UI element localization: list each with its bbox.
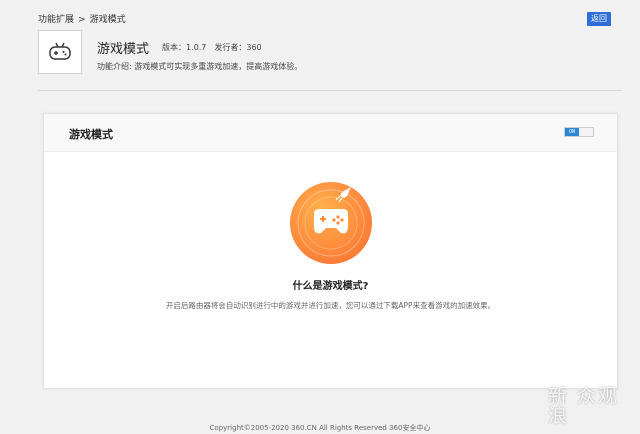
- breadcrumb-separator: >: [78, 15, 86, 25]
- app-description: 功能介绍: 游戏模式可实现多重游戏加速，提高游戏体验。: [97, 62, 303, 71]
- app-publisher: 发行者：360: [214, 43, 262, 52]
- gamepad-rocket-icon: [297, 187, 365, 257]
- app-icon: [38, 30, 82, 74]
- breadcrumb-parent[interactable]: 功能扩展: [38, 15, 74, 25]
- game-illustration: [290, 182, 372, 264]
- app-version: 版本：1.0.7: [162, 43, 207, 52]
- game-mode-explanation: 开启后路由器将会自动识别进行中的游戏并进行加速，您可以通过下载APP来查看游戏的…: [165, 301, 496, 310]
- watermark: 新 众观浪: [548, 385, 620, 427]
- toggle-on-label: ON: [565, 128, 579, 136]
- card-header: 游戏模式 ON: [44, 114, 617, 152]
- card-title: 游戏模式: [69, 128, 113, 141]
- game-mode-toggle[interactable]: ON: [564, 127, 594, 137]
- breadcrumb: 功能扩展 > 游戏模式: [38, 12, 126, 25]
- game-mode-card: 游戏模式 ON 什么是游戏模式? 开启后路由器将会自动识别进行中的游戏并进行加速…: [43, 113, 618, 389]
- app-title: 游戏模式: [97, 42, 150, 57]
- gamepad-icon: [49, 42, 71, 60]
- back-button[interactable]: 返回: [587, 12, 611, 26]
- footer-copyright: Copyright©2005-2020 360.CN All Rights Re…: [209, 424, 431, 432]
- game-mode-question: 什么是游戏模式?: [292, 281, 369, 292]
- breadcrumb-current: 游戏模式: [89, 15, 126, 25]
- app-meta: 版本：1.0.7 发行者：360: [162, 42, 262, 53]
- divider: [38, 90, 622, 91]
